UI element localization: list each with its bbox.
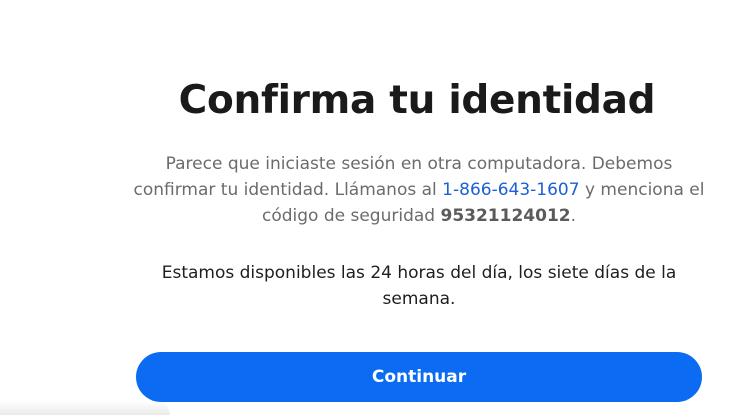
phone-number-link[interactable]: 1-866-643-1607 bbox=[442, 180, 579, 200]
availability-text: Estamos disponibles las 24 horas del día… bbox=[161, 263, 677, 309]
identity-confirmation-page: Confirma tu identidad Parece que inicias… bbox=[0, 0, 740, 415]
continue-button[interactable]: Continuar bbox=[136, 352, 702, 402]
page-title: Confirma tu identidad bbox=[178, 78, 656, 123]
window-edge-shadow bbox=[0, 401, 170, 415]
message-text-part3: . bbox=[570, 206, 577, 226]
verification-message: Parece que iniciaste sesión en otra comp… bbox=[130, 151, 708, 229]
security-code: 95321124012 bbox=[440, 206, 571, 226]
